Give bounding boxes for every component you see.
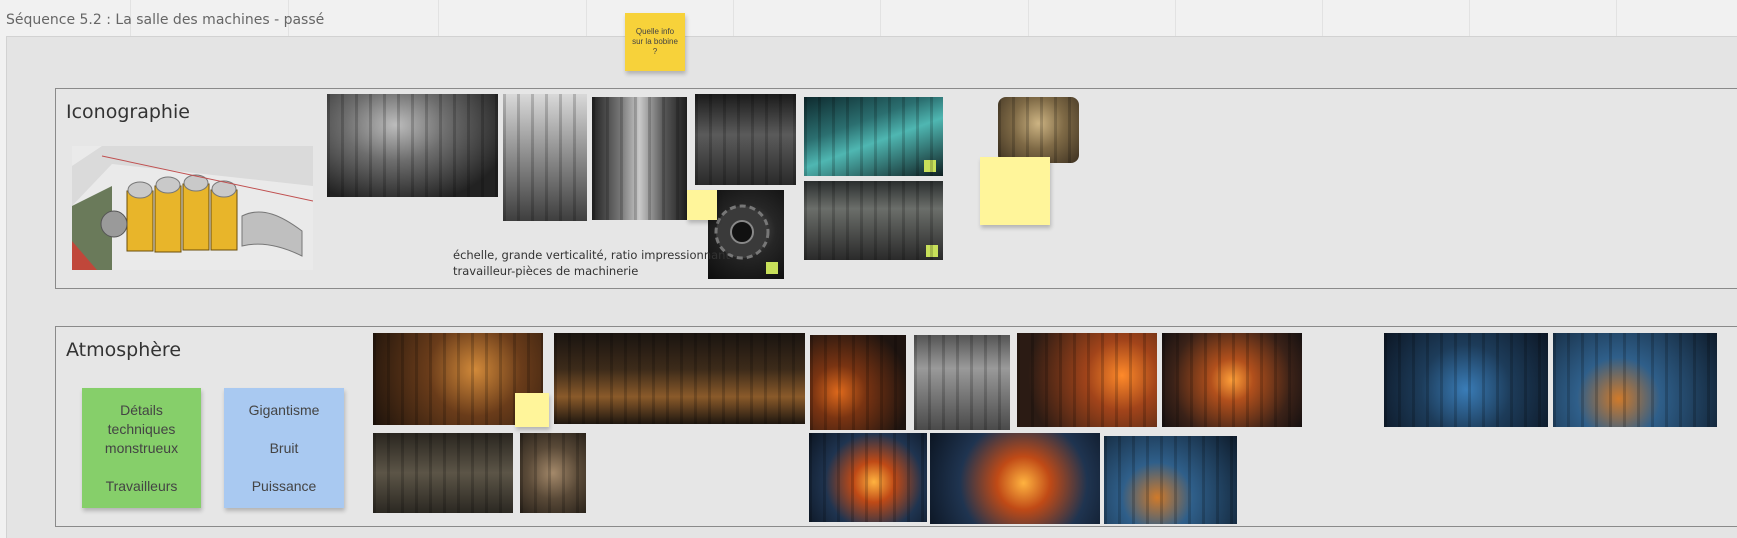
note-text-content: échelle, grande verticalité, ratio impre…: [453, 248, 730, 278]
steam-engine-photo[interactable]: [503, 94, 587, 221]
molten-metal-photo[interactable]: [1162, 333, 1302, 427]
sticky-note-text: Détails techniques monstrueux Travailleu…: [104, 401, 179, 494]
small-sticky-note[interactable]: [687, 190, 717, 220]
canvas-grid-line: [1028, 0, 1029, 40]
board-title[interactable]: Séquence 5.2 : La salle des machines - p…: [6, 12, 324, 28]
teal-engine-room-photo[interactable]: [804, 97, 943, 176]
canvas-grid-line: [1616, 0, 1617, 40]
iconographie-note-text[interactable]: échelle, grande verticalité, ratio impre…: [453, 247, 730, 279]
dark-machinery-photo[interactable]: [373, 433, 513, 513]
engine-3d-render-image[interactable]: [72, 146, 313, 270]
foundry-photo[interactable]: [810, 335, 906, 430]
blue-workshop-photo[interactable]: [1104, 436, 1237, 524]
blue-foundry-photo[interactable]: [809, 433, 927, 522]
sticky-note-text: Gigantisme Bruit Puissance: [248, 401, 320, 494]
canvas-grid-line: [586, 0, 587, 40]
marker-square[interactable]: [766, 262, 778, 274]
small-sticky-note[interactable]: [980, 157, 1050, 225]
worker-machine-photo[interactable]: [520, 433, 586, 513]
small-sticky-note[interactable]: [515, 393, 549, 427]
turbine-hall-photo[interactable]: [695, 94, 796, 185]
engine-room-photo[interactable]: [327, 94, 498, 197]
marker-square[interactable]: [924, 160, 936, 172]
sticky-note-gigantisme[interactable]: Gigantisme Bruit Puissance: [224, 388, 344, 508]
sticky-note-details[interactable]: Détails techniques monstrueux Travailleu…: [82, 388, 201, 508]
pouring-steel-photo[interactable]: [930, 433, 1100, 524]
engine-render-graphic: [72, 146, 313, 270]
steampunk-city-photo[interactable]: [1384, 333, 1548, 427]
canvas-grid-line: [1175, 0, 1176, 40]
canvas-grid-line: [438, 0, 439, 40]
factory-hall-photo[interactable]: [592, 97, 687, 220]
sticky-note-bobine[interactable]: Quelle info sur la bobine ?: [625, 13, 685, 71]
canvas-grid-line: [733, 0, 734, 40]
section-title-iconographie: Iconographie: [66, 101, 190, 123]
marker-square[interactable]: [926, 245, 938, 257]
canvas-grid-line: [1322, 0, 1323, 40]
sepia-workshop-photo[interactable]: [998, 97, 1079, 163]
sticky-note-text: Quelle info sur la bobine ?: [632, 27, 678, 56]
section-title-atmosphere: Atmosphère: [66, 339, 182, 361]
canvas-grid-line: [1469, 0, 1470, 40]
industrial-hall-photo[interactable]: [804, 181, 943, 260]
canvas-grid-line: [880, 0, 881, 40]
steel-mill-photo[interactable]: [914, 335, 1010, 430]
boiler-room-photo[interactable]: [554, 333, 805, 424]
furnace-hall-photo[interactable]: [1017, 333, 1157, 427]
steampunk-factory-photo[interactable]: [1553, 333, 1717, 427]
